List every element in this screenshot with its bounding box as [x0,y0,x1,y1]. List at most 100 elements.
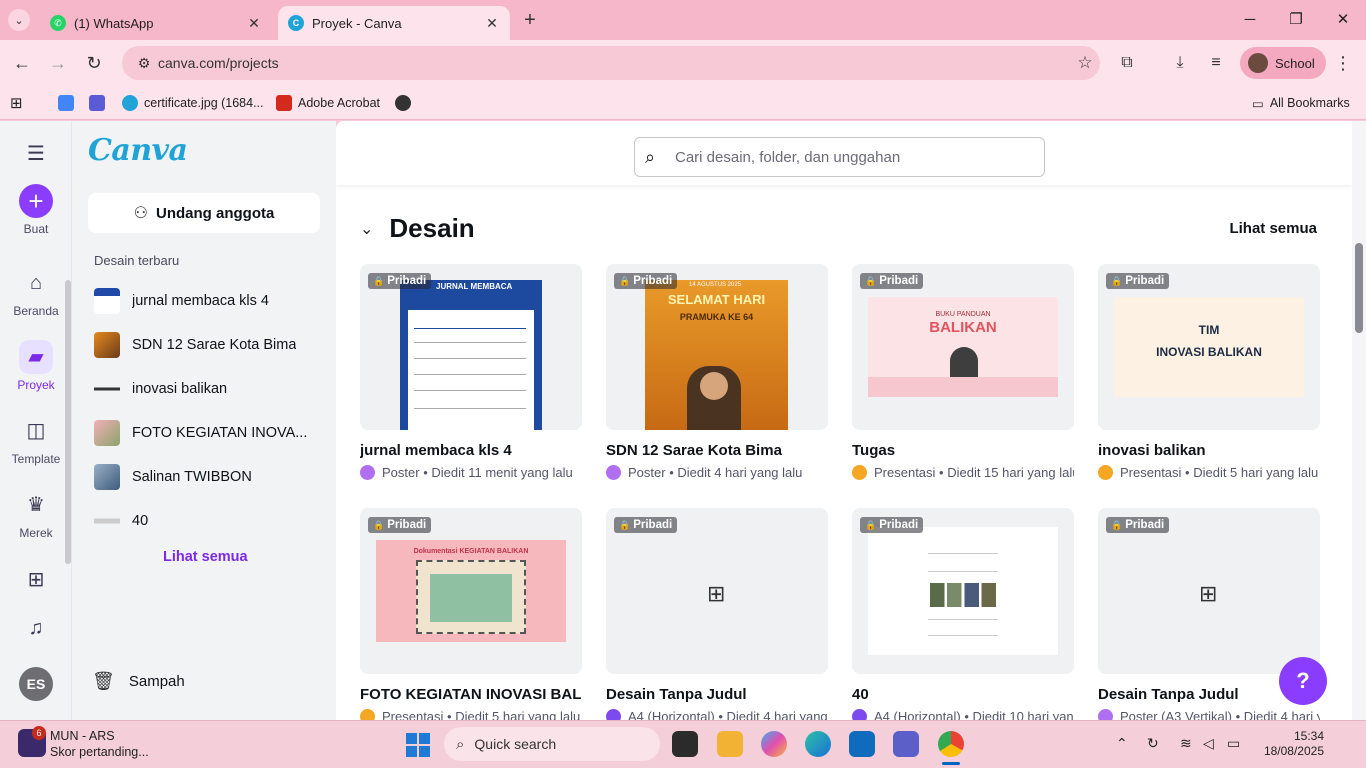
copilot-icon[interactable] [761,731,787,757]
design-card[interactable]: 🔒 Pribadi TIM INOVASI BALIKAN inovasi bal… [1098,264,1320,480]
invite-members-button[interactable]: ⚇ Undang anggota [88,193,320,233]
recent-design-item[interactable]: FOTO KEGIATAN INOVA... [94,417,314,449]
taskbar-search[interactable]: ⌕ Quick search [444,727,660,761]
tab-canva[interactable]: C Proyek - Canva ✕ [278,6,510,40]
scrollbar-thumb[interactable] [1355,243,1363,333]
design-thumbnail[interactable]: 🔒 Pribadi BUKU PANDUAN BALIKAN [852,264,1074,430]
site-settings-icon[interactable]: ⚙ [132,51,156,75]
chevron-up-icon[interactable]: ⌃ [1116,735,1128,752]
whatsapp-icon: ✆ [50,15,66,31]
bookmark-star-icon[interactable]: ☆ [1070,53,1100,73]
help-button[interactable]: ? [1279,657,1327,705]
sync-icon[interactable]: ↻ [1147,735,1159,752]
restore-button[interactable]: ❐ [1284,8,1308,32]
design-thumbnail[interactable]: 🔒 Pribadi 14 AGUSTUS 2025 SELAMAT HARI PR… [606,264,828,430]
recent-design-item[interactable]: 40 [94,505,314,537]
collapse-menu-button[interactable]: ☰ [0,137,72,175]
forward-button[interactable]: → [45,50,71,76]
design-card[interactable]: 🔒 Pribadi JURNAL MEMBACA jurnal membaca k… [360,264,582,480]
wifi-icon[interactable]: ≋ [1180,735,1192,752]
design-title[interactable]: SDN 12 Sarae Kota Bima [606,442,828,459]
windows-start-icon[interactable] [406,733,430,757]
close-tab-icon[interactable]: ✕ [246,15,262,32]
panel-scrollbar[interactable] [64,268,72,588]
apps-icon[interactable]: ⊞ [10,92,23,114]
tab-search-button[interactable]: ⌄ [8,9,30,31]
bookmark-printer[interactable] [89,92,111,114]
menu-icon[interactable]: ⋮ [1330,50,1356,76]
design-card[interactable]: 🔒 Pribadi Dokumentasi KEGIATAN BALIKAN FO… [360,508,582,720]
nav-brand[interactable]: ♛ Merek [0,488,72,540]
design-title[interactable]: Desain Tanpa Judul [606,686,828,703]
minimize-button[interactable]: ─ [1238,8,1262,32]
design-title[interactable]: jurnal membaca kls 4 [360,442,582,459]
close-window-button[interactable]: ✕ [1331,8,1355,32]
bookmark-acrobat[interactable]: Adobe Acrobat [276,92,380,114]
outlook-icon[interactable] [849,731,875,757]
widget-title[interactable]: MUN - ARS [50,729,115,743]
notifications-button[interactable]: ♫ [0,611,72,649]
design-thumbnail[interactable]: 🔒 Pribadi TIM INOVASI BALIKAN [1098,264,1320,430]
main-scrollbar[interactable] [1352,121,1366,720]
design-card[interactable]: 🔒 Pribadi BUKU PANDUAN BALIKAN Tugas Pres… [852,264,1074,480]
edge-icon[interactable] [805,731,831,757]
close-tab-icon[interactable]: ✕ [484,15,500,32]
browser-toolbar: ← → ↻ ⚙ canva.com/projects ☆ ⧉ ⤓ ≡ Schoo… [0,40,1366,86]
see-all-recent-link[interactable]: Lihat semua [163,549,248,565]
new-tab-button[interactable]: + [518,9,542,31]
widget-subtitle[interactable]: Skor pertanding... [50,745,149,759]
recent-design-item[interactable]: inovasi balikan [94,373,314,405]
nav-projects[interactable]: ▰ Proyek [0,340,72,392]
task-view-icon[interactable] [672,731,698,757]
design-thumbnail[interactable]: 🔒 Pribadi JURNAL MEMBACA [360,264,582,430]
search-input[interactable] [675,148,1035,166]
design-title[interactable]: FOTO KEGIATAN INOVASI BAL... [360,686,582,703]
user-avatar[interactable]: ES [19,667,53,701]
design-type: Presentasi [382,709,444,720]
design-title[interactable]: 40 [852,686,1074,703]
all-bookmarks[interactable]: ▭ All Bookmarks [1252,92,1350,114]
scrollbar-thumb[interactable] [65,280,71,564]
design-thumbnail [94,508,120,534]
bookmark-globe[interactable] [395,92,417,114]
search-box[interactable]: ⌕ [634,137,1045,177]
design-thumbnail[interactable]: 🔒 Pribadi ⊞ [1098,508,1320,674]
bookmark-certificate[interactable]: certificate.jpg (1684... [122,92,264,114]
profile-button[interactable]: School [1240,47,1326,79]
recent-design-item[interactable]: Salinan TWIBBON [94,461,314,493]
recent-design-item[interactable]: jurnal membaca kls 4 [94,285,314,317]
canva-logo[interactable]: Canva [88,133,188,168]
design-thumbnail[interactable]: 🔒 Pribadi [852,508,1074,674]
reload-button[interactable]: ↻ [81,50,107,76]
tab-whatsapp[interactable]: ✆ (1) WhatsApp ✕ [40,6,272,40]
bookmark-google[interactable] [58,92,80,114]
see-all-designs-link[interactable]: Lihat semua [1229,220,1317,237]
chrome-icon[interactable] [938,731,964,757]
back-button[interactable]: ← [9,50,35,76]
design-card[interactable]: 🔒 Pribadi 40 A4 (Horizontal) • Diedit 10 … [852,508,1074,720]
designs-section-header[interactable]: ⌄ Desain [360,213,475,244]
address-bar[interactable]: ⚙ canva.com/projects ☆ [122,46,1100,80]
design-card[interactable]: 🔒 Pribadi 14 AGUSTUS 2025 SELAMAT HARI PR… [606,264,828,480]
nav-templates[interactable]: ◫ Template [0,414,72,466]
volume-icon[interactable]: ◁ [1203,735,1214,752]
extensions-icon[interactable]: ⧉ [1114,50,1140,76]
trash-button[interactable]: 🗑 Sampah [92,671,185,692]
chevron-down-icon[interactable]: ⌄ [360,219,373,239]
design-card[interactable]: 🔒 Pribadi ⊞ Desain Tanpa Judul A4 (Horizo… [606,508,828,720]
system-clock[interactable]: 15:34 18/08/2025 [1262,729,1324,759]
battery-icon[interactable]: ▭ [1227,735,1240,752]
design-thumbnail[interactable]: 🔒 Pribadi Dokumentasi KEGIATAN BALIKAN [360,508,582,674]
design-thumbnail[interactable]: 🔒 Pribadi ⊞ [606,508,828,674]
downloads-icon[interactable]: ⤓ [1167,50,1193,76]
url-text[interactable]: canva.com/projects [158,55,1070,71]
media-control-icon[interactable]: ≡ [1203,50,1229,76]
apps-button[interactable]: ⊞ [0,563,72,601]
design-title[interactable]: Tugas [852,442,1074,459]
recent-design-item[interactable]: SDN 12 Sarae Kota Bima [94,329,314,361]
nav-home[interactable]: ⌂ Beranda [0,266,72,318]
design-title[interactable]: inovasi balikan [1098,442,1320,459]
create-button[interactable]: + Buat [0,184,72,236]
teams-icon[interactable] [893,731,919,757]
file-explorer-icon[interactable] [717,731,743,757]
